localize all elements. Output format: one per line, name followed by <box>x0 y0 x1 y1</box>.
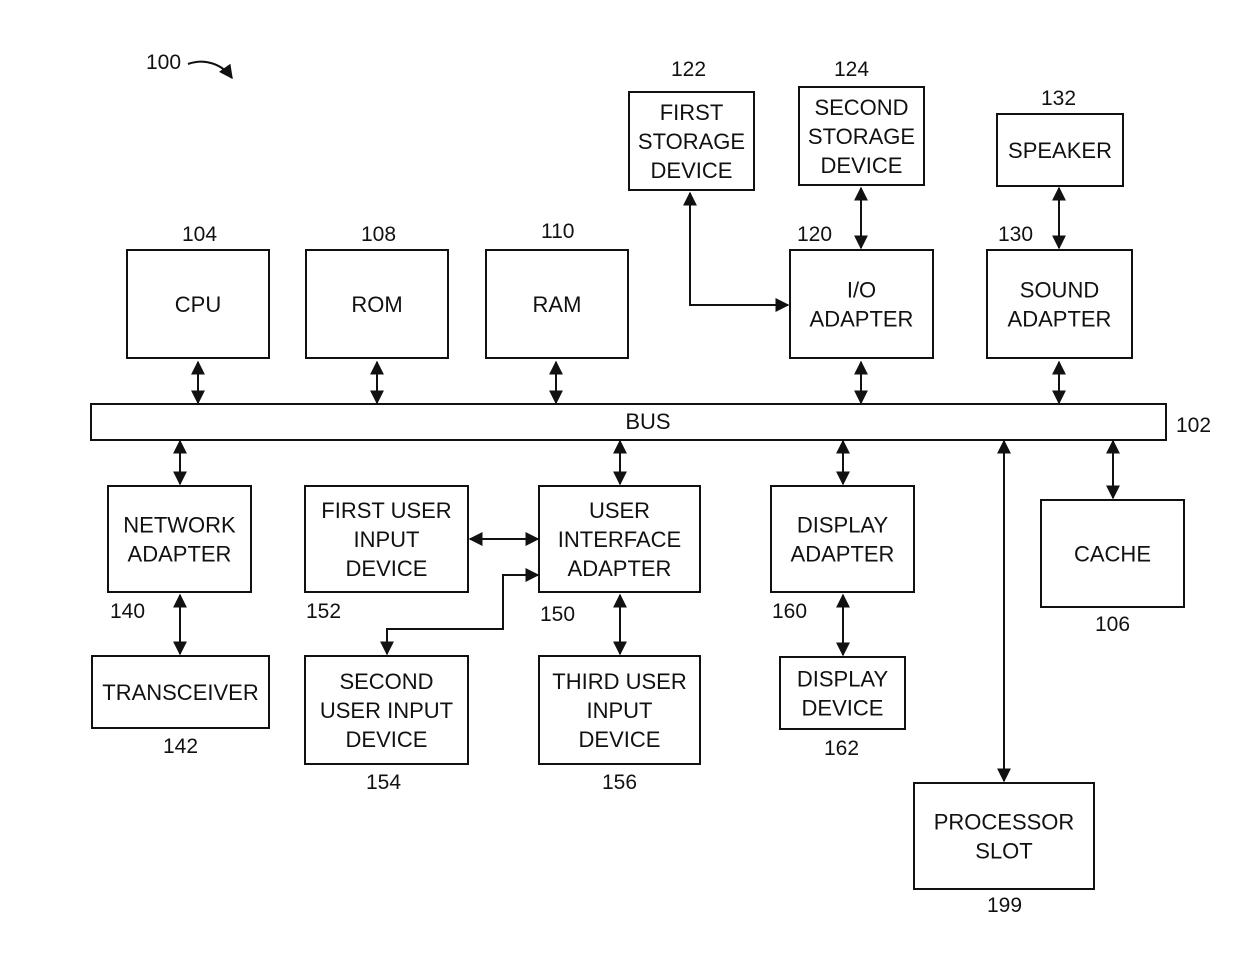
block-label-line: FIRST <box>660 100 724 125</box>
block-processor-slot: PROCESSOR SLOT 199 <box>913 782 1095 917</box>
figure-ref-arrow <box>187 60 233 80</box>
block-ram: RAM 110 <box>485 220 629 359</box>
block-ref-number: 110 <box>541 220 574 243</box>
block-label-line: DEVICE <box>346 556 428 581</box>
block-diagram: 100 BUS 102 CPU 104 ROM 108 RAM 110 I/O ADAPTER… <box>90 51 1211 917</box>
block-first-storage: FIRST STORAGE DEVICE 122 <box>628 58 755 191</box>
block-label-line: CPU <box>175 292 221 317</box>
block-ref-number: 104 <box>182 223 217 246</box>
block-label-line: DEVICE <box>346 727 428 752</box>
block-label-line: DISPLAY <box>797 667 889 692</box>
block-ref-number: 130 <box>998 223 1033 246</box>
block-label-line: CACHE <box>1074 542 1151 567</box>
block-label-line: ROM <box>351 292 402 317</box>
block-label-line: SLOT <box>975 839 1032 864</box>
block-ref-number: 142 <box>163 735 198 758</box>
block-label-line: NETWORK <box>123 513 236 538</box>
block-label-line: SECOND <box>339 669 433 694</box>
block-label-line: INTERFACE <box>558 527 681 552</box>
block-ref-number: 124 <box>834 58 869 81</box>
block-label-line: ADAPTER <box>810 307 914 332</box>
block-third-user-input: THIRD USER INPUT DEVICE 156 <box>538 655 701 794</box>
block-label-line: PROCESSOR <box>934 810 1075 835</box>
block-label-line: TRANSCEIVER <box>102 680 258 705</box>
block-label-line: DEVICE <box>651 158 733 183</box>
block-label-line: DEVICE <box>802 696 884 721</box>
block-ref-number: 154 <box>366 771 401 794</box>
block-label-line: STORAGE <box>808 124 915 149</box>
block-cpu: CPU 104 <box>126 223 270 359</box>
block-ref-number: 160 <box>772 600 807 623</box>
block-label-line: INPUT <box>587 698 653 723</box>
block-ref-number: 150 <box>540 603 575 626</box>
block-label-line: SOUND <box>1020 278 1099 303</box>
bus: BUS 102 <box>90 403 1211 441</box>
block-box <box>107 485 252 593</box>
block-label-line: ADAPTER <box>1008 307 1112 332</box>
block-ref-number: 152 <box>306 600 341 623</box>
block-label-line: STORAGE <box>638 129 745 154</box>
block-ref-number: 156 <box>602 771 637 794</box>
bus-label: BUS <box>625 409 670 434</box>
block-label-line: THIRD USER <box>552 669 686 694</box>
block-box <box>986 249 1133 359</box>
block-label-line: DEVICE <box>579 727 661 752</box>
block-ref-number: 108 <box>361 223 396 246</box>
block-ref-number: 106 <box>1095 613 1130 636</box>
block-rom: ROM 108 <box>305 223 449 359</box>
block-ref-number: 140 <box>110 600 145 623</box>
block-ref-number: 162 <box>824 737 859 760</box>
block-ref-number: 199 <box>987 894 1022 917</box>
block-label-line: DEVICE <box>821 153 903 178</box>
block-label-line: ADAPTER <box>568 556 672 581</box>
blocks: CPU 104 ROM 108 RAM 110 I/O ADAPTER 120 FIRST STOR… <box>91 58 1185 917</box>
block-box <box>770 485 915 593</box>
block-label-line: INPUT <box>354 527 420 552</box>
block-first-user-input: FIRST USER INPUT DEVICE152 <box>304 485 469 623</box>
bus-ref: 102 <box>1176 414 1211 437</box>
block-second-user-input: SECOND USER INPUT DEVICE 154 <box>304 655 469 794</box>
block-ref-number: 122 <box>671 58 706 81</box>
block-label-line: ADAPTER <box>791 542 895 567</box>
block-display-device: DISPLAY DEVICE 162 <box>779 656 906 760</box>
block-cache: CACHE 106 <box>1040 499 1185 636</box>
block-label-line: RAM <box>533 292 582 317</box>
block-second-storage: SECOND STORAGE DEVICE 124 <box>798 58 925 186</box>
block-label-line: FIRST USER <box>321 498 451 523</box>
block-box <box>789 249 934 359</box>
block-label-line: ADAPTER <box>128 542 232 567</box>
block-label-line: I/O <box>847 278 876 303</box>
block-label-line: USER <box>589 498 650 523</box>
block-speaker: SPEAKER 132 <box>996 87 1124 187</box>
block-box <box>913 782 1095 890</box>
block-transceiver: TRANSCEIVER 142 <box>91 655 270 758</box>
first-storage-io-link <box>683 191 790 312</box>
block-label-line: DISPLAY <box>797 513 889 538</box>
figure-ref-label: 100 <box>146 51 181 74</box>
block-ref-number: 120 <box>797 223 832 246</box>
block-label-line: SECOND <box>814 95 908 120</box>
block-label-line: USER INPUT <box>320 698 453 723</box>
block-label-line: SPEAKER <box>1008 138 1112 163</box>
block-ref-number: 132 <box>1041 87 1076 110</box>
